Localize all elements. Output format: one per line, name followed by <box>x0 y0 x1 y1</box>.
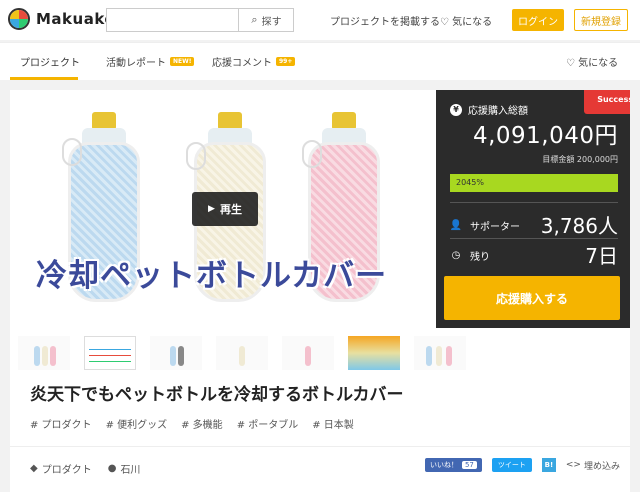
play-icon: ▶ <box>208 204 215 214</box>
remaining-label: ◷ 残り <box>450 248 490 263</box>
favorite-project-button[interactable]: ♡ 気になる <box>566 54 618 69</box>
location-pin-icon: ● <box>107 463 117 474</box>
funding-panel: Success! ¥ 応援購入総額 4,091,040円 目標金額 200,00… <box>436 90 630 328</box>
tag-list: # プロダクト # 便利グッズ # 多機能 # ポータブル # 日本製 <box>30 416 354 431</box>
hero-video[interactable]: ▶ 再生 冷却ペットボトルカバー <box>10 90 430 328</box>
facebook-like-button[interactable]: いいね！ 57 <box>424 458 482 472</box>
top-bar: Makuake ⌕ 探す プロジェクトを掲載する ♡ 気になる ログイン 新規登… <box>0 0 640 40</box>
share-buttons: いいね！ 57 ツイート B! <> 埋め込み <box>424 458 620 472</box>
embed-button[interactable]: <> 埋め込み <box>566 459 620 472</box>
thumbnail-5[interactable] <box>282 336 334 370</box>
progress-percent: 2045% <box>456 178 484 187</box>
thumbnail-strip <box>18 336 466 370</box>
tag-link[interactable]: # プロダクト <box>30 416 92 431</box>
yen-icon: ¥ <box>450 103 462 116</box>
tag-link[interactable]: # 日本製 <box>312 416 354 431</box>
tab-support-comments-label: 応援コメント <box>212 58 272 69</box>
tab-activity-report[interactable]: 活動レポート NEW! <box>106 54 195 69</box>
progress-bar: 2045% <box>450 174 618 192</box>
login-button[interactable]: ログイン <box>512 9 564 31</box>
thumbnail-7[interactable] <box>414 336 466 370</box>
search-button[interactable]: ⌕ 探す <box>238 8 294 32</box>
divider <box>450 202 618 203</box>
thumbnail-1[interactable] <box>18 336 70 370</box>
thumbnail-4[interactable] <box>216 336 268 370</box>
like-label: いいね！ <box>429 461 458 469</box>
remaining-days: 7日 <box>585 244 618 268</box>
hatena-bookmark-button[interactable]: B! <box>541 458 556 472</box>
location-label: 石川 <box>120 465 141 476</box>
embed-label: 埋め込み <box>583 461 620 472</box>
tab-project[interactable]: プロジェクト <box>20 54 80 69</box>
total-label-text: 応援購入総額 <box>468 106 528 117</box>
remaining-label-text: 残り <box>470 252 490 263</box>
category-label: プロダクト <box>41 465 92 476</box>
project-main: ▶ 再生 冷却ペットボトルカバー Success! ¥ 応援購入総額 4,091… <box>10 90 630 492</box>
tag-link[interactable]: # 便利グッズ <box>106 416 168 431</box>
divider <box>450 238 618 239</box>
search-icon: ⌕ <box>251 13 258 26</box>
hero-overlay-title: 冷却ペットボトルカバー <box>36 258 388 294</box>
heart-icon: ♡ <box>440 17 449 28</box>
logo[interactable]: Makuake <box>8 8 115 30</box>
project-tabs: プロジェクト 活動レポート NEW! 応援コメント 99+ ♡ 気になる <box>0 42 640 80</box>
play-video-button[interactable]: ▶ 再生 <box>192 192 258 226</box>
signup-button[interactable]: 新規登録 <box>574 9 628 31</box>
project-footer-bar: ◆ プロダクト ● 石川 いいね！ 57 ツイート B! <> 埋め込み <box>10 446 630 492</box>
tab-project-label: プロジェクト <box>20 58 80 69</box>
tag-icon: ◆ <box>30 463 38 474</box>
location-link[interactable]: ● 石川 <box>108 461 141 476</box>
comment-count-badge: 99+ <box>276 57 296 66</box>
tag-link[interactable]: # 多機能 <box>181 416 223 431</box>
post-project-link[interactable]: プロジェクトを掲載する <box>330 13 440 28</box>
logo-text: Makuake <box>36 10 116 28</box>
supporters-label-text: サポーター <box>470 222 520 233</box>
tag-link[interactable]: # ポータブル <box>237 416 299 431</box>
total-amount: 4,091,040円 <box>472 123 618 149</box>
goal-amount: 目標金額 200,000円 <box>542 155 618 164</box>
favorites-link[interactable]: ♡ 気になる <box>440 13 492 28</box>
thumbnail-3[interactable] <box>150 336 202 370</box>
project-title: 炎天下でもペットボトルを冷却するボトルカバー <box>30 385 404 405</box>
supporters-count: 3,786人 <box>540 214 618 238</box>
favorite-project-label: 気になる <box>578 58 619 69</box>
play-label: 再生 <box>219 203 242 216</box>
makuake-logo-icon <box>8 8 30 30</box>
support-purchase-button[interactable]: 応援購入する <box>444 276 620 320</box>
tweet-button[interactable]: ツイート <box>491 458 532 472</box>
success-badge: Success! <box>584 90 630 114</box>
supporters-label: 👤 サポーター <box>450 218 520 233</box>
tab-support-comments[interactable]: 応援コメント 99+ <box>212 54 296 69</box>
tab-activity-report-label: 活動レポート <box>106 58 166 69</box>
favorites-label: 気になる <box>452 17 493 28</box>
new-badge: NEW! <box>170 57 195 66</box>
clock-icon: ◷ <box>451 250 461 261</box>
like-count: 57 <box>461 461 477 469</box>
active-tab-indicator <box>10 77 78 80</box>
heart-icon: ♡ <box>566 58 575 69</box>
person-icon: 👤 <box>449 220 463 231</box>
total-amount-label: ¥ 応援購入総額 <box>450 102 528 117</box>
code-icon: <> <box>565 460 581 470</box>
project-meta: ◆ プロダクト ● 石川 <box>30 461 140 476</box>
search-button-label: 探す <box>261 16 282 28</box>
thumbnail-2[interactable] <box>84 336 136 370</box>
category-link[interactable]: ◆ プロダクト <box>30 461 92 476</box>
thumbnail-6[interactable] <box>348 336 400 370</box>
